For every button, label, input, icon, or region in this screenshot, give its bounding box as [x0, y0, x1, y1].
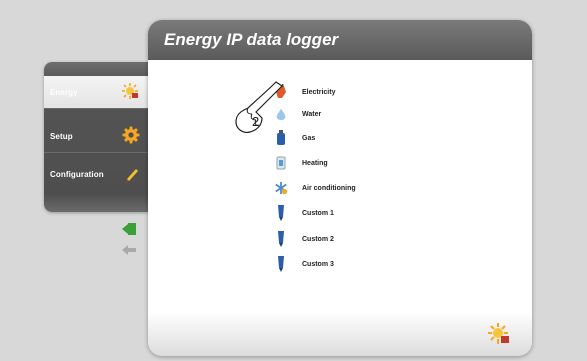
list-item-label: Heating: [302, 159, 328, 167]
back-arrow-icon[interactable]: [122, 242, 136, 260]
menu-item-energy[interactable]: Energy: [44, 76, 148, 109]
list-item-water[interactable]: Water: [274, 104, 321, 124]
gas-cylinder-icon: [274, 130, 288, 146]
list-item-label: Custom 1: [302, 209, 334, 217]
custom-meter-icon: [274, 205, 288, 221]
energy-sun-icon[interactable]: [486, 322, 512, 351]
list-item-custom-1[interactable]: Custom 1: [274, 203, 334, 223]
list-item-air-conditioning[interactable]: Air conditioning: [274, 178, 356, 198]
list-item-custom-2[interactable]: Custom 2: [274, 229, 334, 249]
gear-icon: [122, 126, 140, 146]
list-item-electricity[interactable]: Electricity: [274, 82, 335, 102]
snowflake-icon: [274, 180, 288, 196]
list-item-label: Gas: [302, 134, 316, 142]
page-title: Energy IP data logger: [164, 30, 339, 49]
list-item-gas[interactable]: Gas: [274, 128, 315, 148]
pencil-icon: [124, 166, 140, 184]
custom-meter-icon: [274, 256, 288, 272]
panel-footer: [148, 312, 532, 356]
heating-radiator-icon: [274, 155, 288, 171]
list-item-label: Custom 3: [302, 260, 334, 268]
list-item-label: Custom 2: [302, 235, 334, 243]
green-arrow-icon[interactable]: [122, 222, 136, 240]
list-item-custom-3[interactable]: Custom 3: [274, 254, 334, 274]
energy-sun-icon: [120, 82, 140, 102]
custom-meter-icon: [274, 231, 288, 247]
menu-item-label: Setup: [50, 131, 73, 141]
menu-item-label: Configuration: [50, 170, 104, 179]
list-item-label: Air conditioning: [302, 184, 356, 192]
menu-item-setup[interactable]: Setup: [44, 120, 148, 153]
main-panel: Energy IP data logger Electricity Water …: [148, 20, 532, 356]
water-drop-icon: [274, 106, 288, 122]
list-item-label: Water: [302, 110, 322, 118]
panel-header: Energy IP data logger: [148, 20, 532, 60]
menu-item-configuration[interactable]: Configuration: [44, 158, 148, 191]
list-item-label: Electricity: [302, 88, 336, 96]
electricity-plug-icon: [274, 84, 288, 100]
list-item-heating[interactable]: Heating: [274, 153, 328, 173]
menu-item-label: Energy: [50, 87, 78, 97]
side-menu: Energy Setup Configuration: [44, 62, 148, 212]
